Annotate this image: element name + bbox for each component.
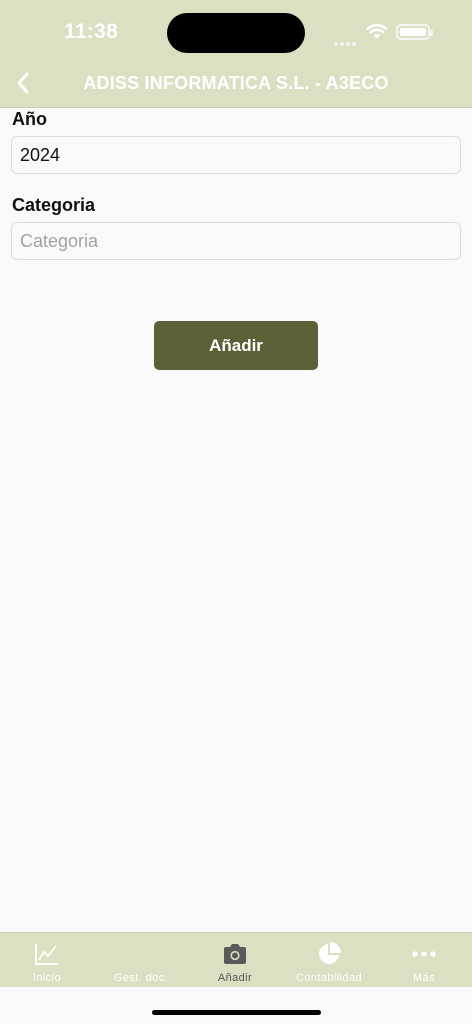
cellular-signal-icon: [334, 33, 358, 46]
dynamic-island: [167, 13, 305, 53]
category-label: Categoria: [12, 195, 96, 215]
app-header: 11:38 ADISS INFORMATICA S.L. - A3ECO: [0, 0, 472, 108]
battery-icon: [396, 24, 433, 40]
tab-label: Añadir: [217, 972, 253, 984]
tab-label: Inicio: [32, 972, 62, 984]
year-field[interactable]: 2024: [11, 136, 461, 174]
tab-label: Contabilidad: [296, 972, 362, 984]
tab-label: Más: [413, 972, 435, 984]
page-title: ADISS INFORMATICA S.L. - A3ECO: [83, 73, 389, 93]
year-label: Año: [12, 109, 47, 129]
more-dots-icon: [412, 951, 436, 957]
wifi-icon: [366, 23, 388, 39]
pie-chart-icon: [319, 942, 341, 964]
tab-inicio[interactable]: Inicio: [0, 933, 94, 988]
category-field[interactable]: Categoria: [11, 222, 461, 260]
home-area: [0, 987, 472, 1024]
home-indicator[interactable]: [152, 1010, 321, 1015]
tab-mas[interactable]: Más: [377, 933, 471, 988]
tab-gest-doc[interactable]: Gest. doc.: [94, 933, 188, 988]
tab-contabilidad[interactable]: Contabilidad: [282, 933, 376, 988]
tab-anadir[interactable]: Añadir: [188, 933, 282, 988]
chart-line-icon: [35, 944, 58, 965]
add-button[interactable]: Añadir: [154, 321, 318, 370]
status-time: 11:38: [64, 20, 119, 43]
camera-icon: [224, 944, 246, 964]
header-divider: [0, 107, 472, 108]
tab-label: Gest. doc.: [113, 972, 169, 984]
tab-bar: Inicio Gest. doc. Añadir Contabilidad Má…: [0, 932, 472, 987]
